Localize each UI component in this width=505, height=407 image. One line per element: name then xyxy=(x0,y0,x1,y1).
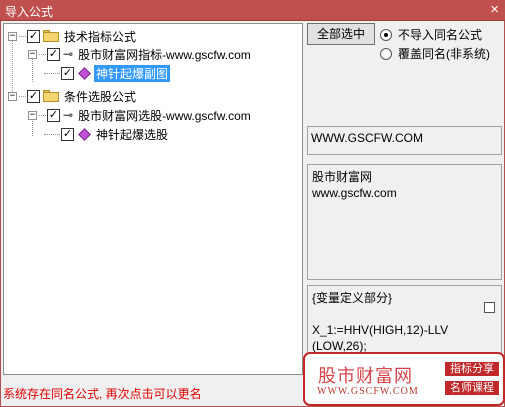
radio-overwrite-label: 覆盖同名(非系统) xyxy=(398,47,490,61)
website-text: WWW.GSCFW.COM xyxy=(311,131,423,145)
tree-connector xyxy=(19,35,26,37)
watermark-brand: 股市财富网 xyxy=(318,366,413,386)
code-line: X_1:=HHV(HIGH,12)-LLV xyxy=(312,323,449,337)
checkbox[interactable]: ✓ xyxy=(47,108,60,122)
title-bar[interactable]: 导入公式 × xyxy=(0,0,505,21)
checkbox[interactable]: ✓ xyxy=(27,89,40,103)
options-panel: 全部选中 不导入同名公式 覆盖同名(非系统) WWW.GSCFW.COM 股市财… xyxy=(307,23,502,375)
collapse-icon[interactable]: − xyxy=(8,31,17,41)
tree-node-label: 技术指标公式 xyxy=(64,29,137,44)
radio-selected-icon[interactable] xyxy=(380,28,392,41)
check-icon: ✓ xyxy=(48,47,59,60)
collapse-icon[interactable]: − xyxy=(28,110,37,120)
watermark-url: WWW.GSCFW.COM xyxy=(317,386,419,397)
dialog-body: − ✓ 技术指标公式 − ✓ ⊸ 股市财富网指标-www.gscfw.com ✓… xyxy=(0,21,505,407)
check-icon: ✓ xyxy=(62,66,73,79)
tree-node-label: 股市财富网选股-www.gscfw.com xyxy=(78,108,251,123)
tree-node-label: 神针起爆选股 xyxy=(96,127,169,142)
radio-overwrite-duplicates[interactable]: 覆盖同名(非系统) xyxy=(380,45,490,62)
description-line: www.gscfw.com xyxy=(312,186,397,200)
tree-connector xyxy=(44,72,60,74)
key-icon: ⊸ xyxy=(63,108,74,122)
radio-skip-label: 不导入同名公式 xyxy=(398,28,483,42)
folder-icon xyxy=(43,90,59,102)
tree-node-formula-screener[interactable]: ✓ 神针起爆选股 xyxy=(44,125,170,143)
tree-connector xyxy=(39,53,46,55)
tree-node-screener-group[interactable]: − ✓ 条件选股公式 xyxy=(8,87,138,105)
tree-node-formula-subchart[interactable]: ✓ 神针起爆副图 xyxy=(44,64,171,82)
formula-tree[interactable]: − ✓ 技术指标公式 − ✓ ⊸ 股市财富网指标-www.gscfw.com ✓… xyxy=(3,23,303,375)
code-line: {变量定义部分} xyxy=(312,291,393,305)
tree-node-label: 股市财富网指标-www.gscfw.com xyxy=(78,47,251,62)
window-title: 导入公式 xyxy=(5,5,54,19)
key-icon: ⊸ xyxy=(63,47,74,61)
check-icon: ✓ xyxy=(62,127,73,140)
tree-node-label-selected: 神针起爆副图 xyxy=(94,64,171,82)
website-field: WWW.GSCFW.COM xyxy=(307,126,502,155)
check-icon: ✓ xyxy=(28,89,39,102)
check-icon: ✓ xyxy=(28,29,39,42)
checkbox[interactable]: ✓ xyxy=(61,127,74,141)
check-icon: ✓ xyxy=(48,108,59,121)
collapse-icon[interactable]: − xyxy=(8,91,17,101)
radio-unselected-icon[interactable] xyxy=(380,47,392,60)
status-message: 系统存在同名公式, 再次点击可以更名 xyxy=(3,387,202,401)
tree-node-indicator-group[interactable]: − ✓ 技术指标公式 xyxy=(8,27,138,45)
scroll-checkbox[interactable] xyxy=(484,302,495,313)
watermark-tag: 名师课程 xyxy=(445,381,499,395)
tree-node-label: 条件选股公式 xyxy=(64,89,137,104)
tree-connector xyxy=(19,95,26,97)
select-all-button[interactable]: 全部选中 xyxy=(307,23,375,45)
radio-skip-duplicates[interactable]: 不导入同名公式 xyxy=(380,26,482,43)
checkbox[interactable]: ✓ xyxy=(47,47,60,61)
collapse-icon[interactable]: − xyxy=(28,49,37,59)
watermark-tag: 指标分享 xyxy=(445,362,499,376)
tree-node-indicator-source[interactable]: − ✓ ⊸ 股市财富网指标-www.gscfw.com xyxy=(28,45,253,63)
description-box[interactable]: 股市财富网 www.gscfw.com xyxy=(307,164,502,280)
brand-watermark: 股市财富网 WWW.GSCFW.COM 指标分享 名师课程 xyxy=(303,352,505,406)
formula-icon xyxy=(78,66,91,80)
checkbox[interactable]: ✓ xyxy=(61,66,74,80)
formula-icon xyxy=(78,127,91,141)
checkbox[interactable]: ✓ xyxy=(27,29,40,43)
tree-connector xyxy=(39,114,46,116)
close-icon[interactable]: × xyxy=(490,1,499,19)
tree-node-screener-source[interactable]: − ✓ ⊸ 股市财富网选股-www.gscfw.com xyxy=(28,106,253,124)
folder-icon xyxy=(43,30,59,42)
tree-connector xyxy=(44,133,60,135)
description-line: 股市财富网 xyxy=(312,170,373,184)
